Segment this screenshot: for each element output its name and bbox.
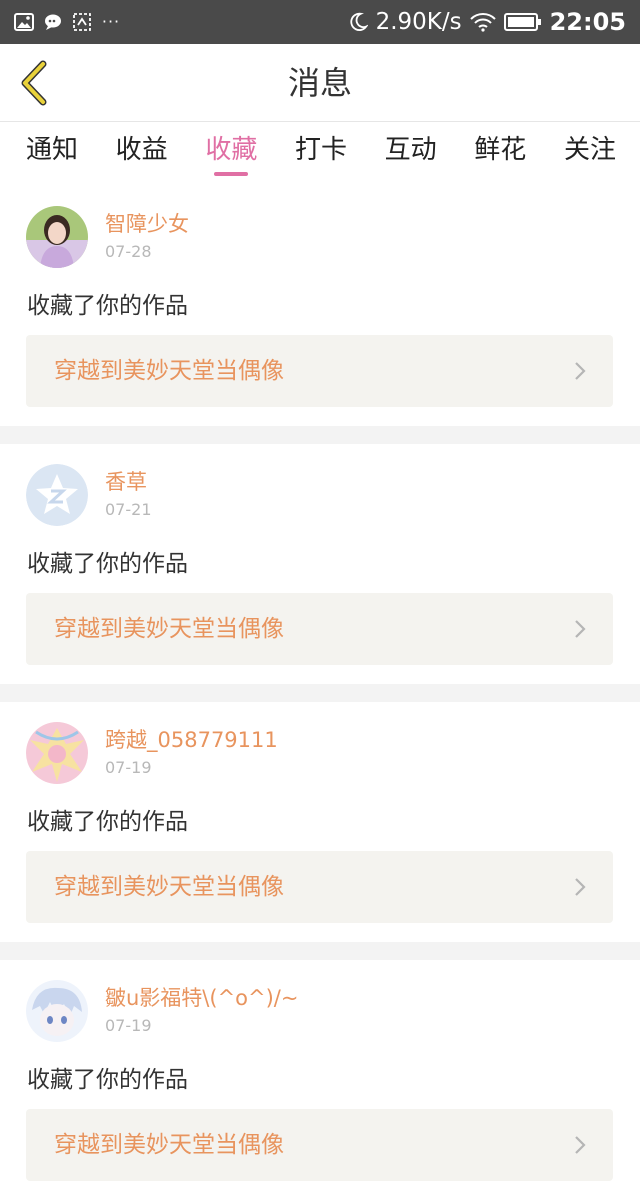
message-text: 收藏了你的作品 — [27, 551, 188, 577]
chat-bubble-icon — [43, 12, 63, 32]
tab-bar: 通知 收益 收藏 打卡 互动 鲜花 关注 — [0, 122, 640, 186]
clock: 22:05 — [549, 8, 626, 36]
chevron-right-icon — [575, 1136, 586, 1154]
tab-flowers[interactable]: 鲜花 — [472, 122, 528, 186]
message-text: 收藏了你的作品 — [27, 293, 188, 319]
date: 07-21 — [105, 500, 152, 519]
screenshot-icon — [72, 12, 92, 32]
message-list: 智障少女 07-28 收藏了你的作品 穿越到美妙天堂当偶像 香草 07-21 收… — [0, 186, 640, 1200]
chevron-right-icon — [575, 620, 586, 638]
tab-checkin[interactable]: 打卡 — [293, 122, 349, 186]
username[interactable]: 皺u影福特\(^o^)/~ — [105, 982, 298, 1012]
chevron-left-icon — [21, 60, 47, 106]
list-item: 跨越_058779111 07-19 收藏了你的作品 穿越到美妙天堂当偶像 — [0, 702, 640, 942]
username[interactable]: 跨越_058779111 — [105, 724, 278, 754]
tab-favorites[interactable]: 收藏 — [203, 122, 259, 186]
page-title: 消息 — [287, 64, 352, 102]
list-item: 香草 07-21 收藏了你的作品 穿越到美妙天堂当偶像 — [0, 444, 640, 684]
chevron-right-icon — [575, 362, 586, 380]
work-link[interactable]: 穿越到美妙天堂当偶像 — [26, 593, 613, 665]
tab-follows[interactable]: 关注 — [562, 122, 618, 186]
list-item: 皺u影福特\(^o^)/~ 07-19 收藏了你的作品 穿越到美妙天堂当偶像 — [0, 960, 640, 1200]
tab-interactions[interactable]: 互动 — [383, 122, 439, 186]
image-icon — [14, 12, 34, 32]
list-item: 智障少女 07-28 收藏了你的作品 穿越到美妙天堂当偶像 — [0, 186, 640, 426]
date: 07-28 — [105, 242, 152, 261]
moon-icon — [348, 12, 368, 32]
divider — [0, 426, 640, 444]
work-title: 穿越到美妙天堂当偶像 — [54, 1132, 284, 1158]
message-text: 收藏了你的作品 — [27, 809, 188, 835]
tab-notifications[interactable]: 通知 — [24, 122, 80, 186]
more-dots-icon: ··· — [101, 12, 121, 31]
work-title: 穿越到美妙天堂当偶像 — [54, 874, 284, 900]
wifi-icon — [469, 12, 496, 32]
status-right: 2.90K/s 22:05 — [348, 0, 626, 44]
status-bar: ··· 2.90K/s 22:05 — [0, 0, 640, 44]
divider — [0, 684, 640, 702]
message-text: 收藏了你的作品 — [27, 1067, 188, 1093]
work-link[interactable]: 穿越到美妙天堂当偶像 — [26, 851, 613, 923]
divider — [0, 942, 640, 960]
work-link[interactable]: 穿越到美妙天堂当偶像 — [26, 1109, 613, 1181]
username[interactable]: 智障少女 — [105, 208, 189, 238]
default-z-avatar[interactable] — [26, 464, 88, 526]
work-title: 穿越到美妙天堂当偶像 — [54, 616, 284, 642]
date: 07-19 — [105, 758, 152, 777]
chevron-right-icon — [575, 878, 586, 896]
back-button[interactable] — [14, 58, 54, 108]
anime-blue-avatar[interactable] — [26, 980, 88, 1042]
status-left-icons: ··· — [14, 0, 121, 44]
anime-pink-avatar[interactable] — [26, 722, 88, 784]
network-speed: 2.90K/s — [375, 9, 462, 35]
username[interactable]: 香草 — [105, 466, 147, 496]
header: 消息 — [0, 44, 640, 122]
tab-earnings[interactable]: 收益 — [114, 122, 170, 186]
date: 07-19 — [105, 1016, 152, 1035]
work-title: 穿越到美妙天堂当偶像 — [54, 358, 284, 384]
girl-photo-avatar[interactable] — [26, 206, 88, 268]
work-link[interactable]: 穿越到美妙天堂当偶像 — [26, 335, 613, 407]
battery-icon — [503, 12, 542, 32]
